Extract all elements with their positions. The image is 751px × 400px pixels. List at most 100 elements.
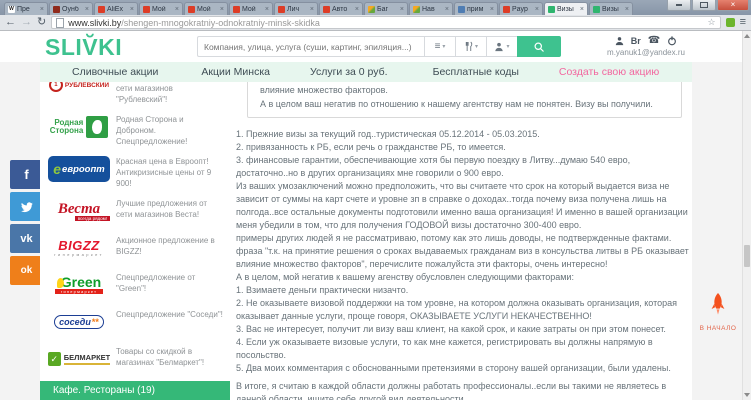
user-comment: 1. Прежние визы за текущий год..туристич… [236, 128, 690, 400]
bag-icon: ✓ [48, 352, 61, 366]
browser-tab[interactable]: AliEx× [94, 2, 138, 15]
maximize-icon [700, 2, 708, 8]
nav-item-slivochnye-akcii[interactable]: Сливочные акции [72, 66, 158, 78]
sidebar-section-cafe-restaurants[interactable]: Кафе. Рестораны (19) [40, 381, 230, 400]
browser-tab[interactable]: Лич× [274, 2, 318, 15]
list-icon: ≡ [435, 42, 441, 52]
list-item[interactable]: РоднаяСторона Родная Сторона и Доброном.… [48, 112, 224, 147]
facebook-share-button[interactable]: f [10, 160, 43, 189]
comment-paragraph: 2. привязанность к РБ, если речь о гражд… [236, 141, 690, 154]
nav-item-besplatnye-kody[interactable]: Бесплатные коды [433, 66, 519, 78]
tab-close-icon[interactable]: × [130, 6, 134, 13]
tab-title: Нав [422, 6, 443, 13]
logo-slogan: всегда рядом! [75, 216, 110, 221]
belmarket-logo: ✓БЕЛМАРКЕТ [48, 344, 110, 374]
browser-tab-active[interactable]: Визы× [544, 2, 588, 15]
search-input[interactable] [197, 36, 424, 57]
ok-share-button[interactable]: ok [10, 256, 43, 285]
reload-button[interactable]: ↻ [37, 17, 46, 28]
list-item[interactable]: Greenгипермаркет Спецпредложение от "Gre… [48, 270, 224, 300]
tab-title: Мой [152, 6, 173, 13]
comment-paragraph: 2. Не оказываете визовой поддержки на то… [236, 297, 690, 323]
back-to-top-label: В НАЧАЛО [694, 325, 742, 332]
browser-tab[interactable]: Нав× [409, 2, 453, 15]
category-dropdown[interactable]: ≡▾ [424, 36, 455, 57]
tab-close-icon[interactable]: × [40, 6, 44, 13]
logo-text: РУБЛЁВСКИЙ [65, 82, 109, 89]
tab-close-icon[interactable]: × [535, 6, 539, 13]
browser-tab[interactable]: Payp× [499, 2, 543, 15]
list-item[interactable]: 1РУБЛЁВСКИЙ Акционные предложения в сети… [48, 82, 224, 105]
nav-item-create-action[interactable]: Создать свою акцию [559, 66, 659, 78]
page-viewport: SLIV̆KI ≡▾ ▾ ▾ Br ☎ m.yanuk1@yandex.ru С… [0, 31, 751, 400]
phone-icon[interactable]: ☎ [648, 36, 660, 46]
tab-close-icon[interactable]: × [310, 6, 314, 13]
agency-reply-quote: влияние множество факторов. А в целом ва… [247, 82, 682, 118]
browser-tab[interactable]: Мой× [184, 2, 228, 15]
list-item[interactable]: ✓БЕЛМАРКЕТ Товары со скидкой в магазинах… [48, 344, 224, 374]
list-item[interactable]: соседи** Спецпредложение "Соседи"! [48, 307, 224, 337]
back-to-top-button[interactable]: В НАЧАЛО [694, 293, 742, 332]
nav-item-uslugi[interactable]: Услуги за 0 руб. [310, 66, 388, 78]
minimize-icon [676, 4, 682, 6]
address-bar[interactable]: www.slivki.by/shengen-mnogokratniy-odnok… [51, 16, 720, 29]
tab-close-icon[interactable]: × [175, 6, 179, 13]
scrollbar-thumb[interactable] [744, 245, 750, 267]
green-logo: Greenгипермаркет [48, 270, 110, 300]
slivki-logo[interactable]: SLIV̆KI [45, 34, 122, 61]
twitter-share-button[interactable] [10, 192, 43, 221]
tab-close-icon[interactable]: × [220, 6, 224, 13]
browser-menu-icon[interactable]: ≡ [740, 17, 746, 28]
deal-description: Акционные предложения в сети магазинов "… [116, 82, 224, 105]
tab-close-icon[interactable]: × [85, 6, 89, 13]
maximize-button[interactable] [692, 0, 716, 11]
minimize-button[interactable] [667, 0, 691, 11]
user-account-area[interactable]: Br ☎ m.yanuk1@yandex.ru [590, 35, 702, 57]
forward-button[interactable]: → [21, 17, 32, 28]
quote-line: влияние множество факторов. [260, 83, 669, 97]
browser-tab[interactable]: Визы× [589, 2, 633, 15]
vk-share-button[interactable]: vk [10, 224, 43, 253]
browser-tab[interactable]: Авто× [319, 2, 363, 15]
scroll-down-arrow-icon[interactable] [744, 393, 750, 397]
browser-tab[interactable]: Мой× [139, 2, 183, 15]
currency-label[interactable]: Br [631, 36, 641, 46]
tab-close-icon[interactable]: × [445, 6, 449, 13]
close-button[interactable]: × [717, 0, 749, 11]
logo-text: евроопт [62, 164, 105, 175]
deal-description: Товары со скидкой в магазинах "Белмаркет… [116, 344, 224, 368]
back-button[interactable]: ← [5, 17, 16, 28]
tab-title: Визы [602, 6, 623, 13]
logo-mark: 1 [49, 82, 63, 92]
food-dropdown[interactable]: ▾ [455, 36, 486, 57]
beauty-dropdown[interactable]: ▾ [486, 36, 517, 57]
tab-close-icon[interactable]: × [355, 6, 359, 13]
browser-tab[interactable]: Мой× [229, 2, 273, 15]
tab-close-icon[interactable]: × [400, 6, 404, 13]
tab-close-icon[interactable]: × [625, 6, 629, 13]
nav-item-akcii-minska[interactable]: Акции Минска [201, 66, 270, 78]
extension-icon[interactable] [726, 18, 735, 27]
tab-close-icon[interactable]: × [580, 6, 584, 13]
comment-paragraph: 5. Два моих комментария с обоснованными … [236, 362, 690, 375]
bookmark-star-icon[interactable]: ☆ [708, 18, 716, 27]
search-button[interactable] [517, 36, 561, 57]
logout-icon[interactable] [667, 36, 677, 46]
browser-tab[interactable]: прим× [454, 2, 498, 15]
site-header: SLIV̆KI ≡▾ ▾ ▾ Br ☎ m.yanuk1@yandex.ru [0, 31, 743, 62]
tab-close-icon[interactable]: × [490, 6, 494, 13]
list-item[interactable]: Веставсегда рядом! Лучшие предложения от… [48, 196, 224, 226]
browser-tab[interactable]: Оунб× [49, 2, 93, 15]
quote-line: А в целом ваш негатив по отношению к наш… [260, 97, 669, 111]
browser-tab[interactable]: Баг× [364, 2, 408, 15]
scroll-up-arrow-icon[interactable] [744, 34, 750, 38]
tab-close-icon[interactable]: × [265, 6, 269, 13]
list-item[interactable]: BIGZZгипермаркет Акционное предложение в… [48, 233, 224, 263]
scrollbar[interactable] [742, 31, 751, 400]
list-item[interactable]: еевроопт Красная цена в Евроопт! Антикри… [48, 154, 224, 189]
tab-favicon [323, 6, 330, 13]
browser-tab[interactable]: WПре× [4, 2, 48, 15]
tab-title: Баг [377, 6, 398, 13]
chevron-down-icon: ▾ [506, 43, 509, 50]
chevron-down-icon: ▾ [442, 43, 445, 50]
